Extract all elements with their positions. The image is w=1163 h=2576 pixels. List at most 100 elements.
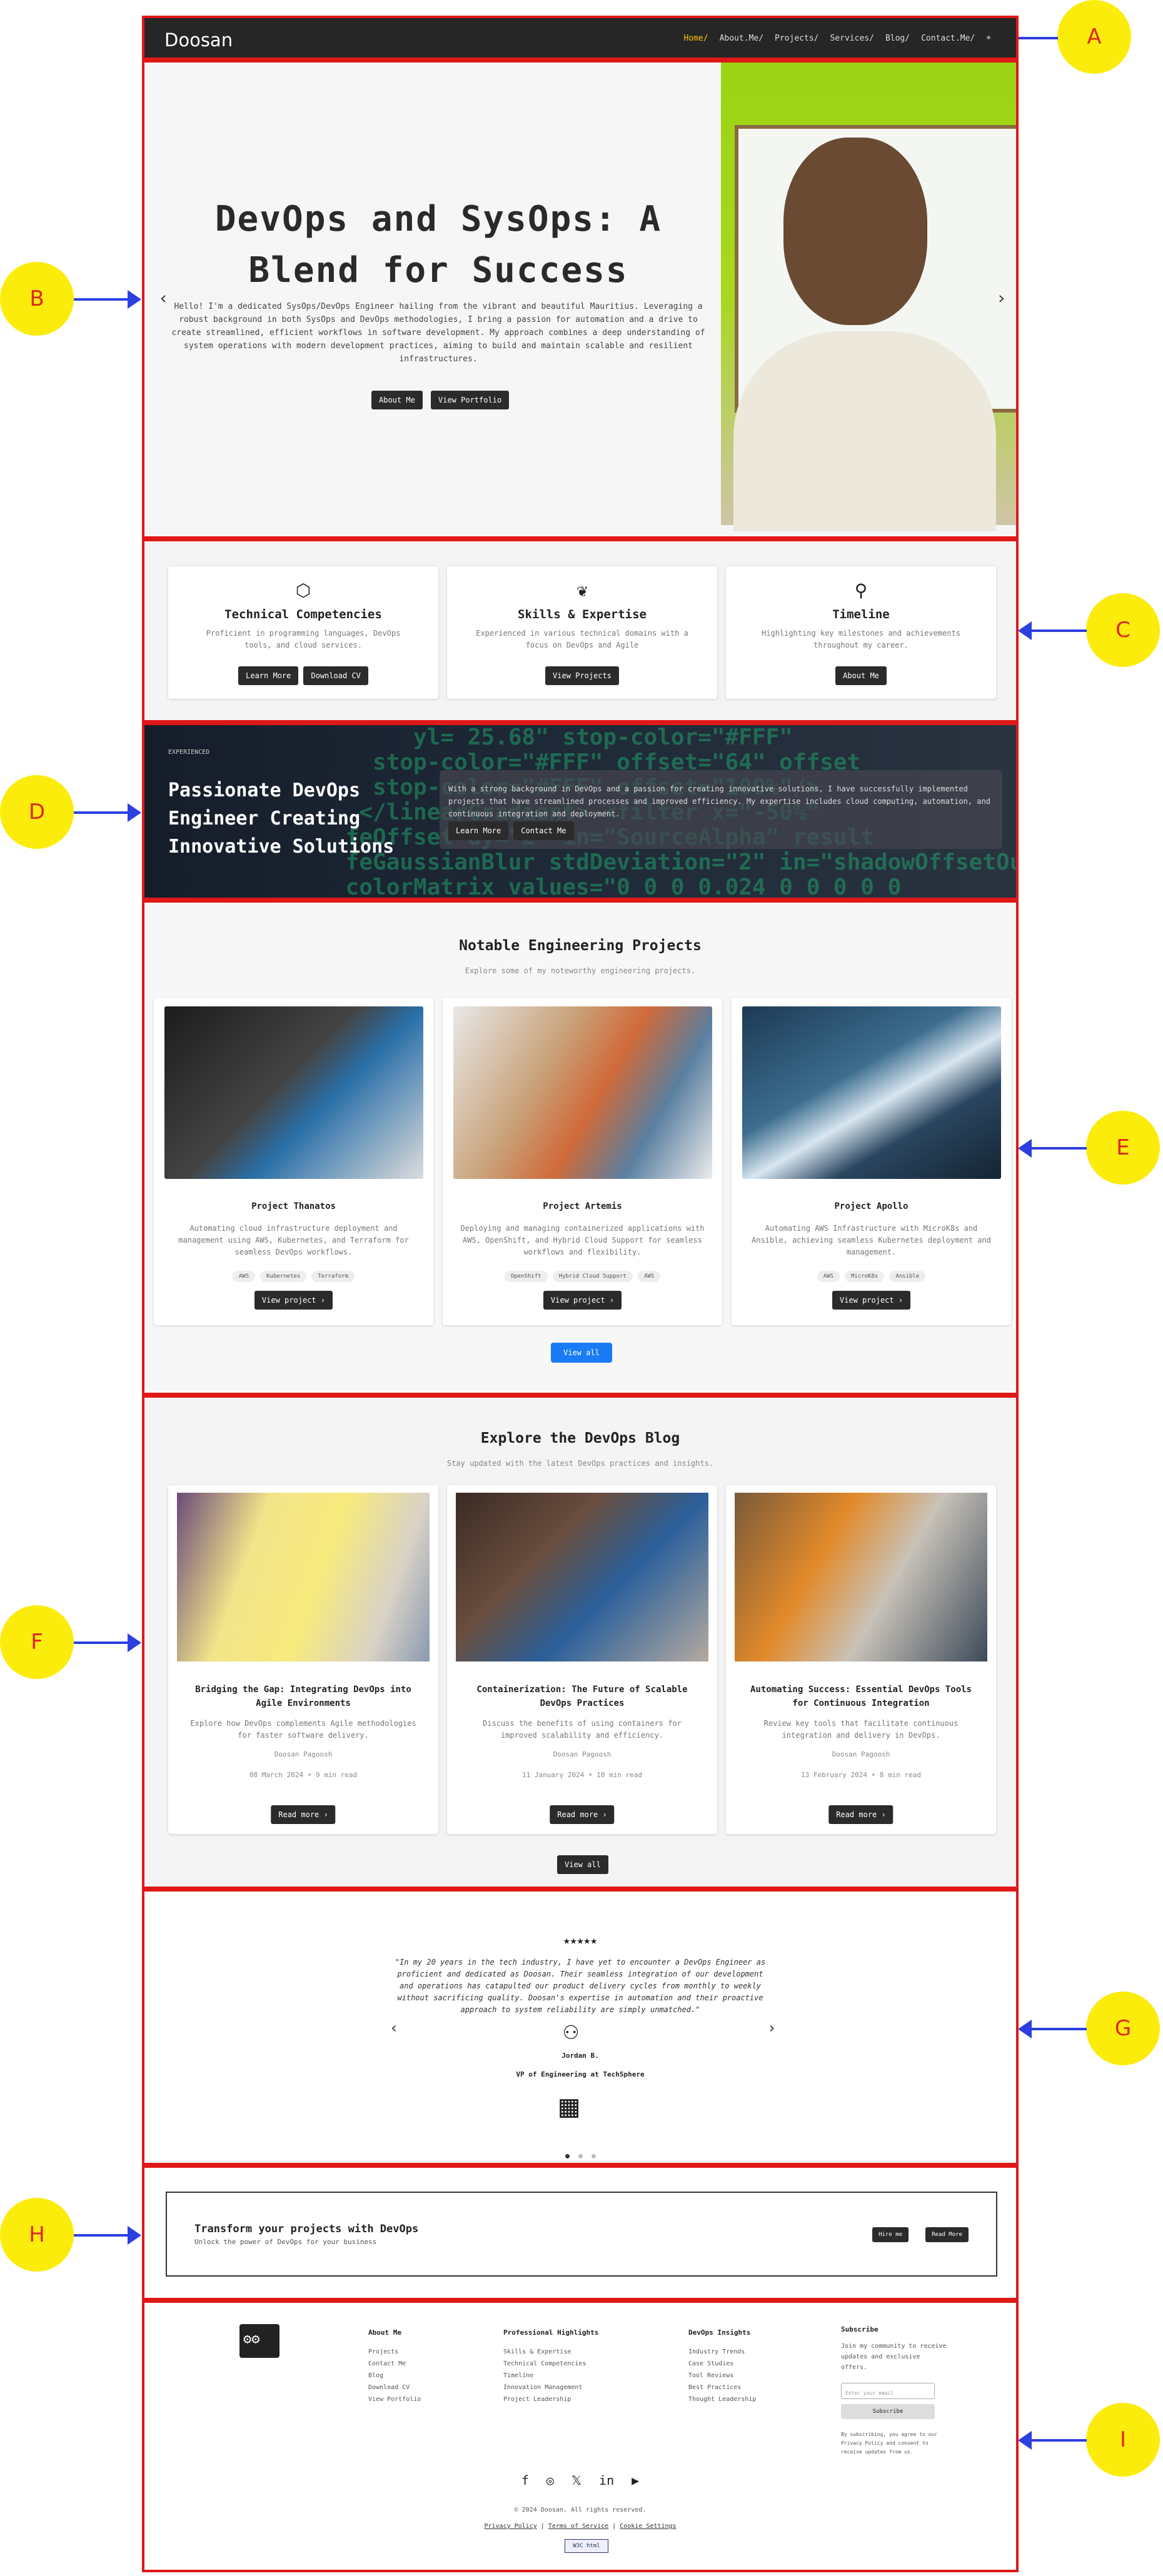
theme-toggle-icon[interactable]: ☀ <box>986 34 991 43</box>
x-icon[interactable]: 𝕏 <box>571 2473 582 2488</box>
nav-link-services[interactable]: Services/ <box>830 34 874 43</box>
footer-link[interactable]: Innovation Management <box>503 2382 598 2393</box>
project-title: Project Apollo <box>834 1201 909 1211</box>
footer-logo-icon[interactable] <box>239 2324 279 2358</box>
blog-card: Containerization: The Future of Scalable… <box>447 1485 717 1834</box>
nav-link-about[interactable]: About.Me/ <box>720 34 763 43</box>
read-more-button[interactable]: Read More <box>925 2227 969 2242</box>
view-project-button[interactable]: View project › <box>254 1291 333 1310</box>
view-portfolio-button[interactable]: View Portfolio <box>431 391 510 409</box>
blog-post-title[interactable]: Automating Success: Essential DevOps Too… <box>742 1683 980 1710</box>
carousel-dot[interactable] <box>578 2154 583 2158</box>
footer-link[interactable]: Download CV <box>368 2382 421 2393</box>
download-cv-button[interactable]: Download CV <box>303 666 368 685</box>
marker-d: D <box>0 775 74 849</box>
linkedin-icon[interactable]: in <box>599 2473 614 2488</box>
view-projects-button[interactable]: View Projects <box>545 666 619 685</box>
blog-header: Explore the DevOps Blog Stay updated wit… <box>144 1430 1016 1468</box>
projects-header: Notable Engineering Projects Explore som… <box>144 938 1016 975</box>
view-project-button[interactable]: View project › <box>832 1291 911 1310</box>
learn-more-button[interactable]: Learn More <box>238 666 299 685</box>
learn-more-button[interactable]: Learn More <box>448 821 509 840</box>
footer: About Me Projects Contact Me Blog Downlo… <box>142 2300 1019 2572</box>
youtube-icon[interactable]: ▶ <box>632 2473 639 2488</box>
blog-post-title[interactable]: Bridging the Gap: Integrating DevOps int… <box>184 1683 422 1710</box>
nav-link-blog[interactable]: Blog/ <box>885 34 910 43</box>
w3c-badge[interactable]: W3C html <box>565 2539 608 2553</box>
footer-link[interactable]: Timeline <box>503 2370 598 2382</box>
footer-link[interactable]: Thought Leadership <box>688 2393 756 2405</box>
marker-d-arrow <box>74 803 141 822</box>
instagram-icon[interactable]: ◎ <box>546 2473 554 2488</box>
person-icon: ⚇ <box>563 2017 579 2045</box>
privacy-policy-link[interactable]: Privacy Policy <box>484 2523 536 2530</box>
brain-icon: ❦ <box>576 580 588 601</box>
cube-icon: ⬡ <box>295 580 311 601</box>
competencies-section: ⬡ Technical Competencies Proficient in p… <box>142 539 1019 723</box>
sweater-shape <box>733 331 996 531</box>
footer-link[interactable]: Contact Me <box>368 2358 421 2370</box>
cta-box: Transform your projects with DevOps Unlo… <box>166 2192 997 2277</box>
cookie-settings-link[interactable]: Cookie Settings <box>620 2523 676 2530</box>
timeline-icon: ⚲ <box>854 580 868 601</box>
chevron-left-icon[interactable]: ‹ <box>390 2019 398 2037</box>
blog-post-title[interactable]: Containerization: The Future of Scalable… <box>463 1683 701 1710</box>
blog-image <box>456 1493 708 1661</box>
marker-e-arrow <box>1018 1139 1087 1158</box>
terms-link[interactable]: Terms of Service <box>548 2523 608 2530</box>
experience-title: Passionate DevOps Engineer Creating Inno… <box>168 779 395 858</box>
blog-date: 13 February 2024 • 8 min read <box>800 1771 922 1779</box>
read-more-button[interactable]: Read more › <box>828 1805 894 1824</box>
hire-me-button[interactable]: Hire me <box>872 2227 909 2242</box>
project-card: Project Thanatos Automating cloud infras… <box>154 998 433 1325</box>
footer-link[interactable]: Project Leadership <box>503 2393 598 2405</box>
top-navbar: Doosan Home/ About.Me/ Projects/ Service… <box>142 16 1019 60</box>
footer-link[interactable]: Case Studies <box>688 2358 756 2370</box>
carousel-dot[interactable] <box>591 2154 596 2158</box>
footer-column-insights: DevOps Insights Industry Trends Case Stu… <box>688 2327 756 2405</box>
nav-link-projects[interactable]: Projects/ <box>775 34 818 43</box>
footer-link[interactable]: Industry Trends <box>688 2346 756 2358</box>
social-links: f ◎ 𝕏 in ▶ <box>144 2473 1016 2488</box>
footer-link[interactable]: Blog <box>368 2370 421 2382</box>
about-me-button[interactable]: About Me <box>371 391 423 409</box>
footer-link[interactable]: Skills & Expertise <box>503 2346 598 2358</box>
project-image <box>742 1006 1001 1179</box>
marker-i: I <box>1086 2403 1160 2477</box>
chevron-right-icon[interactable]: › <box>996 288 1007 308</box>
blog-card: Automating Success: Essential DevOps Too… <box>726 1485 996 1834</box>
project-image <box>453 1006 712 1179</box>
facebook-icon[interactable]: f <box>521 2473 529 2488</box>
read-more-button[interactable]: Read more › <box>271 1805 336 1824</box>
subscribe-button[interactable]: Subscribe <box>841 2404 935 2419</box>
blog-card: Bridging the Gap: Integrating DevOps int… <box>168 1485 438 1834</box>
carousel-dot[interactable] <box>565 2154 570 2158</box>
footer-link[interactable]: Projects <box>368 2346 421 2358</box>
testimonial-section: ★★★★★ "In my 20 years in the tech indust… <box>142 1889 1019 2165</box>
marker-c: C <box>1086 593 1160 667</box>
contact-me-button[interactable]: Contact Me <box>513 821 574 840</box>
view-all-projects-button[interactable]: View all <box>551 1343 612 1363</box>
footer-link[interactable]: Tool Reviews <box>688 2370 756 2382</box>
tag-chip: AWS <box>637 1271 661 1282</box>
competency-text: Experienced in various technical domains… <box>476 629 688 649</box>
project-text: Automating cloud infrastructure deployme… <box>178 1224 409 1256</box>
tag-chip: OpenShift <box>504 1271 548 1282</box>
project-card: Project Artemis Deploying and managing c… <box>443 998 722 1325</box>
about-me-button[interactable]: About Me <box>835 666 887 685</box>
view-project-button[interactable]: View project › <box>543 1291 622 1310</box>
view-all-blog-button[interactable]: View all <box>557 1855 608 1874</box>
read-more-button[interactable]: Read more › <box>550 1805 615 1824</box>
subscribe-block: Subscribe Join my community to receive u… <box>841 2324 947 2457</box>
nav-link-contact[interactable]: Contact.Me/ <box>921 34 975 43</box>
footer-link[interactable]: View Portfolio <box>368 2393 421 2405</box>
footer-link[interactable]: Best Practices <box>688 2382 756 2393</box>
footer-link[interactable]: Technical Competencies <box>503 2358 598 2370</box>
email-input[interactable]: Enter your email <box>841 2383 935 2399</box>
blog-section: Explore the DevOps Blog Stay updated wit… <box>142 1395 1019 1889</box>
tag-chip: AWS <box>232 1271 256 1282</box>
chevron-right-icon[interactable]: › <box>767 2019 776 2037</box>
marker-e: E <box>1086 1111 1160 1185</box>
nav-link-home[interactable]: Home/ <box>683 34 708 43</box>
site-logo[interactable]: Doosan <box>164 29 233 51</box>
